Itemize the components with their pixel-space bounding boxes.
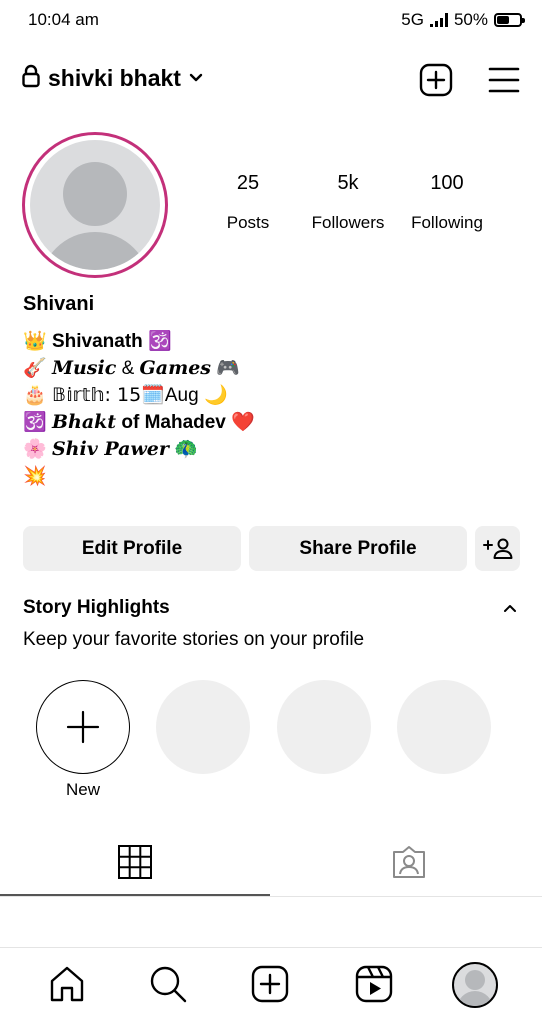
nav-reels[interactable] [352, 962, 396, 1006]
display-name: Shivani [23, 293, 95, 315]
add-person-icon [482, 538, 512, 559]
om-emoji: 🕉️ [23, 412, 47, 433]
highlight-placeholder [277, 680, 371, 774]
story-highlights-title: Story Highlights [23, 597, 170, 618]
bio-text: 𝔹𝕚𝕣𝕥𝕙: 15 [51, 384, 142, 406]
bio-text: Bhakt [51, 411, 117, 433]
followers-stat[interactable]: 5k Followers [303, 172, 393, 233]
nav-profile-avatar[interactable] [452, 962, 498, 1008]
bio-line: 🎂 𝔹𝕚𝕣𝕥𝕙: 15🗓️Aug 🌙 [23, 382, 255, 409]
blossom-emoji: 🌸 [23, 439, 47, 460]
posts-count: 25 [236, 172, 260, 194]
nav-search[interactable] [146, 962, 190, 1006]
following-count: 100 [430, 172, 464, 194]
followers-count: 5k [337, 172, 359, 194]
crown-emoji: 👑 [23, 331, 47, 352]
account-switcher[interactable]: shivki bhakt [22, 64, 203, 93]
posts-stat[interactable]: 25 Posts [208, 172, 288, 233]
new-highlight-label: New [65, 780, 100, 799]
tab-posts-grid[interactable] [110, 840, 160, 884]
tagged-icon [393, 846, 425, 878]
bio-line: 🕉️ Bhakt of Mahadev ❤️ [23, 409, 255, 436]
edit-profile-button[interactable]: Edit Profile [23, 526, 241, 571]
battery-label: 50% [453, 10, 488, 29]
profile-avatar[interactable] [22, 132, 168, 278]
bio-line: 👑 Shivanath 🕉️ [23, 328, 255, 355]
bio-line: 🌸 Shiv Pawer 🦚 [23, 436, 255, 463]
bio-text: Shivanath [51, 331, 143, 352]
search-icon [150, 966, 187, 1003]
status-indicators: 5G 50% [401, 10, 525, 30]
username: shivki bhakt [48, 65, 181, 91]
lock-icon [22, 64, 40, 93]
bio-line: 💥 [23, 463, 255, 490]
menu-icon [488, 67, 520, 93]
bio-text: Shiv Pawer [51, 438, 169, 460]
battery-icon [494, 13, 525, 27]
bio-text: Aug [164, 385, 199, 406]
moon-emoji: 🌙 [203, 385, 228, 406]
collision-emoji: 💥 [23, 466, 47, 487]
posts-label: Posts [226, 213, 270, 232]
calendar-emoji: 🗓️ [141, 385, 165, 406]
nav-create[interactable] [248, 962, 292, 1006]
status-time: 10:04 am [28, 10, 99, 29]
network-label: 5G [401, 10, 424, 29]
new-highlight-button[interactable] [36, 680, 130, 774]
cake-emoji: 🎂 [23, 385, 47, 406]
home-icon [50, 966, 84, 1002]
om-emoji: 🕉️ [148, 331, 172, 352]
bio-text: of Mahadev [121, 412, 226, 433]
bio: 👑 Shivanath 🕉️ 🎸 Music & Games 🎮 🎂 𝔹𝕚𝕣𝕥𝕙… [23, 328, 255, 490]
create-icon [251, 965, 289, 1003]
reels-icon [355, 965, 393, 1003]
highlight-placeholder [156, 680, 250, 774]
discover-people-button[interactable] [475, 526, 520, 571]
tab-divider [0, 896, 542, 897]
guitar-emoji: 🎸 [23, 358, 47, 379]
tab-tagged[interactable] [384, 840, 434, 884]
peacock-emoji: 🦚 [174, 439, 198, 460]
create-button[interactable] [418, 62, 454, 98]
heart-emoji: ❤️ [231, 412, 255, 433]
chevron-up-icon[interactable] [503, 600, 517, 618]
menu-button[interactable] [486, 62, 522, 98]
nav-divider [0, 947, 542, 948]
bio-line: 🎸 Music & Games 🎮 [23, 355, 255, 382]
followers-label: Followers [311, 213, 385, 232]
nav-home[interactable] [45, 962, 89, 1006]
bio-text: Games [139, 357, 211, 379]
signal-icon [429, 13, 448, 27]
create-icon [419, 63, 453, 97]
following-label: Following [411, 213, 483, 232]
share-profile-button[interactable]: Share Profile [249, 526, 467, 571]
grid-icon [118, 845, 152, 879]
bio-text: Music [51, 357, 117, 379]
story-highlights-subtitle: Keep your favorite stories on your profi… [23, 629, 365, 650]
chevron-down-icon [189, 70, 203, 88]
highlight-placeholder [397, 680, 491, 774]
gamepad-emoji: 🎮 [216, 358, 240, 379]
following-stat[interactable]: 100 Following [402, 172, 492, 233]
plus-icon [66, 710, 100, 744]
bio-text: & [121, 358, 135, 379]
avatar-placeholder-icon [30, 140, 160, 270]
